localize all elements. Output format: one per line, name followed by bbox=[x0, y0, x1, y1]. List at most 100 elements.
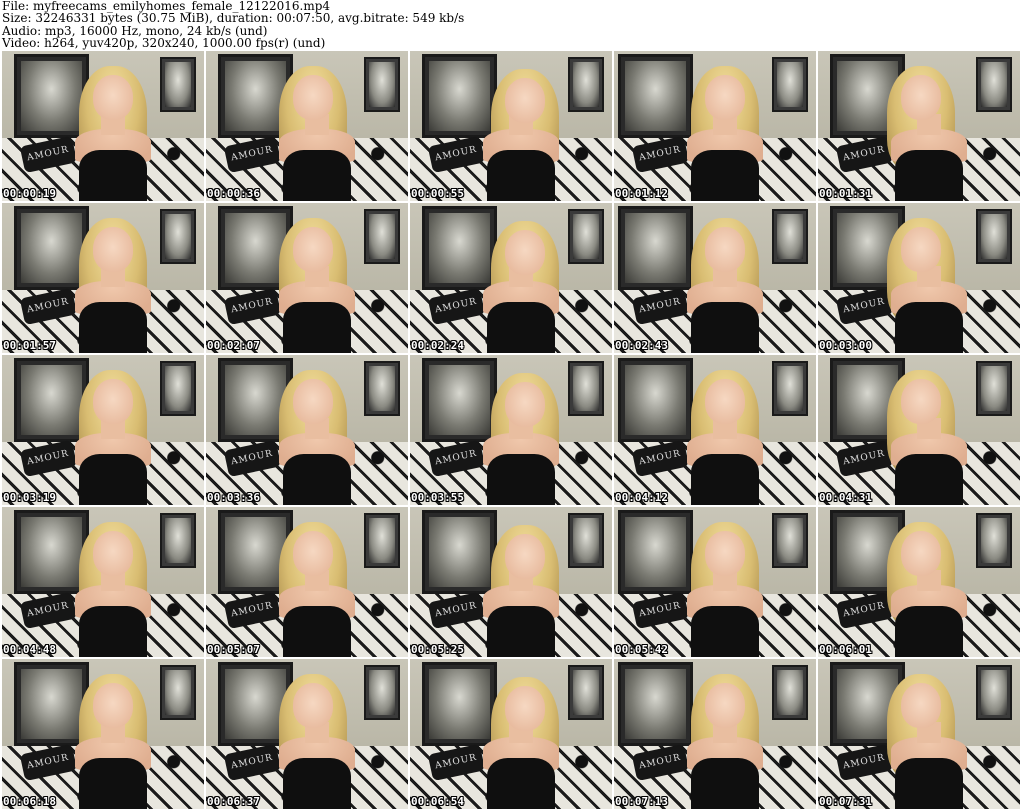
pillow-text: AMOUR bbox=[638, 296, 683, 316]
thumbnail-image: AMOUR bbox=[614, 355, 816, 505]
wall-picture-frame bbox=[422, 358, 497, 442]
person-face bbox=[92, 227, 134, 272]
video-thumbnail: AMOUR 00:01:12 bbox=[614, 51, 816, 201]
thumbnail-image: AMOUR bbox=[206, 355, 408, 505]
pillow-text: AMOUR bbox=[638, 752, 683, 772]
person-face bbox=[900, 531, 942, 576]
thumbnail-image: AMOUR bbox=[410, 51, 612, 201]
person-face bbox=[92, 683, 134, 728]
person-face bbox=[504, 382, 546, 427]
pillow-text: AMOUR bbox=[26, 752, 71, 772]
person-black-top bbox=[486, 606, 556, 657]
thumbnail-timestamp: 00:01:31 bbox=[819, 187, 872, 200]
video-thumbnail: AMOUR 00:00:19 bbox=[2, 51, 204, 201]
small-picture-frame bbox=[975, 361, 1012, 416]
person-black-top bbox=[690, 454, 760, 505]
pillow-text: AMOUR bbox=[26, 144, 71, 164]
pillow-text: AMOUR bbox=[434, 752, 479, 772]
video-thumbnail: AMOUR 00:03:19 bbox=[2, 355, 204, 505]
thumbnail-image: AMOUR bbox=[410, 659, 612, 809]
small-picture-frame bbox=[159, 513, 196, 568]
thumbnail-timestamp: 00:03:55 bbox=[411, 491, 464, 504]
small-picture-frame bbox=[363, 209, 400, 264]
person-face bbox=[504, 534, 546, 579]
person-face bbox=[900, 379, 942, 424]
video-thumbnail: AMOUR 00:06:01 bbox=[818, 507, 1020, 657]
thumbnail-image: AMOUR bbox=[818, 203, 1020, 353]
video-thumbnail: AMOUR 00:07:31 bbox=[818, 659, 1020, 809]
thumbnail-timestamp: 00:06:01 bbox=[819, 643, 872, 656]
thumbnail-timestamp: 00:06:37 bbox=[207, 795, 260, 808]
small-picture-frame bbox=[159, 57, 196, 112]
thumbnail-timestamp: 00:01:57 bbox=[3, 339, 56, 352]
video-thumbnail: AMOUR 00:07:13 bbox=[614, 659, 816, 809]
thumbnail-image: AMOUR bbox=[410, 355, 612, 505]
wall-picture-frame bbox=[422, 662, 497, 746]
wall-picture-frame bbox=[618, 206, 693, 290]
thumbnail-timestamp: 00:00:19 bbox=[3, 187, 56, 200]
video-thumbnail: AMOUR 00:02:43 bbox=[614, 203, 816, 353]
pillow-text: AMOUR bbox=[434, 448, 479, 468]
person-black-top bbox=[282, 150, 352, 201]
pillow-text: AMOUR bbox=[230, 448, 275, 468]
small-picture-frame bbox=[159, 665, 196, 720]
pillow-text: AMOUR bbox=[26, 448, 71, 468]
thumbnail-image: AMOUR bbox=[614, 507, 816, 657]
wall-picture-frame bbox=[14, 206, 89, 290]
thumbnail-timestamp: 00:07:31 bbox=[819, 795, 872, 808]
small-picture-frame bbox=[567, 665, 604, 720]
thumbnail-timestamp: 00:06:54 bbox=[411, 795, 464, 808]
video-thumbnail: AMOUR 00:05:42 bbox=[614, 507, 816, 657]
person-black-top bbox=[78, 454, 148, 505]
thumbnail-image: AMOUR bbox=[614, 203, 816, 353]
person-face bbox=[292, 75, 334, 120]
thumbnail-timestamp: 00:04:31 bbox=[819, 491, 872, 504]
thumbnail-timestamp: 00:02:07 bbox=[207, 339, 260, 352]
wall-picture-frame bbox=[618, 662, 693, 746]
thumbnail-timestamp: 00:03:00 bbox=[819, 339, 872, 352]
pillow-text: AMOUR bbox=[26, 296, 71, 316]
thumbnail-image: AMOUR bbox=[206, 507, 408, 657]
person-black-top bbox=[894, 454, 964, 505]
video-thumbnail: AMOUR 00:02:24 bbox=[410, 203, 612, 353]
small-picture-frame bbox=[771, 665, 808, 720]
small-picture-frame bbox=[363, 513, 400, 568]
person-face bbox=[900, 683, 942, 728]
small-picture-frame bbox=[771, 513, 808, 568]
video-thumbnail: AMOUR 00:03:00 bbox=[818, 203, 1020, 353]
thumbnail-timestamp: 00:03:36 bbox=[207, 491, 260, 504]
pillow-text: AMOUR bbox=[638, 144, 683, 164]
thumbnail-timestamp: 00:04:12 bbox=[615, 491, 668, 504]
person-black-top bbox=[486, 758, 556, 809]
small-picture-frame bbox=[567, 513, 604, 568]
thumbnail-timestamp: 00:00:55 bbox=[411, 187, 464, 200]
small-picture-frame bbox=[159, 361, 196, 416]
pillow-text: AMOUR bbox=[26, 600, 71, 620]
pillow-text: AMOUR bbox=[230, 144, 275, 164]
person-face bbox=[900, 75, 942, 120]
pillow-text: AMOUR bbox=[230, 752, 275, 772]
person-black-top bbox=[282, 454, 352, 505]
wall-picture-frame bbox=[14, 510, 89, 594]
video-thumbnail: AMOUR 00:04:31 bbox=[818, 355, 1020, 505]
thumbnail-image: AMOUR bbox=[410, 507, 612, 657]
person-black-top bbox=[78, 150, 148, 201]
person-face bbox=[504, 686, 546, 731]
thumbnail-timestamp: 00:04:48 bbox=[3, 643, 56, 656]
small-picture-frame bbox=[975, 57, 1012, 112]
thumbnail-timestamp: 00:01:12 bbox=[615, 187, 668, 200]
small-picture-frame bbox=[567, 361, 604, 416]
person-black-top bbox=[690, 302, 760, 353]
person-black-top bbox=[78, 302, 148, 353]
wall-picture-frame bbox=[618, 358, 693, 442]
person-black-top bbox=[78, 606, 148, 657]
pillow-text: AMOUR bbox=[842, 600, 887, 620]
wall-picture-frame bbox=[14, 358, 89, 442]
person-face bbox=[900, 227, 942, 272]
person-face bbox=[92, 379, 134, 424]
pillow-text: AMOUR bbox=[230, 296, 275, 316]
thumbnail-grid: AMOUR 00:00:19 AMOUR 00:00:36 AMOUR 00:00:55 A… bbox=[2, 51, 1024, 811]
wall-picture-frame bbox=[422, 54, 497, 138]
small-picture-frame bbox=[567, 209, 604, 264]
person-face bbox=[292, 379, 334, 424]
